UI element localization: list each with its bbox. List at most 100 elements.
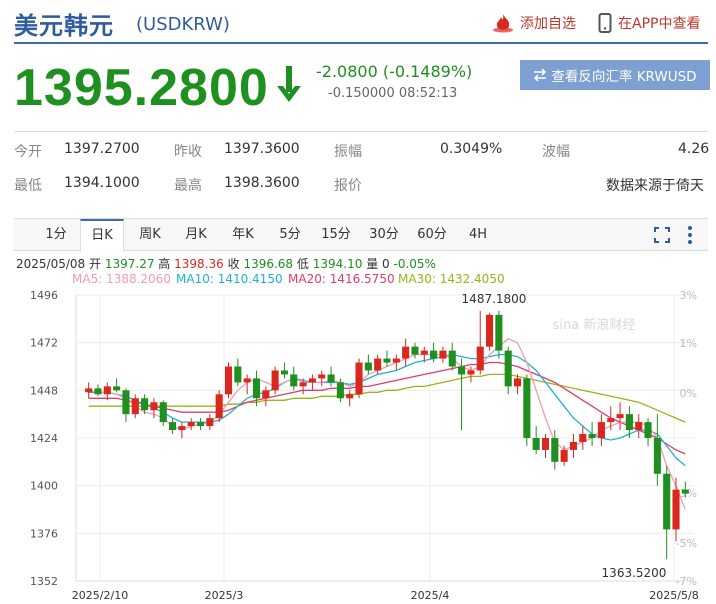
candle-body xyxy=(439,350,447,359)
candle-body xyxy=(131,398,139,415)
candle-body xyxy=(355,362,363,395)
candle-close-label: 收 xyxy=(227,257,240,271)
swap-icon xyxy=(534,68,547,82)
candle-volume-label: 量 xyxy=(366,257,379,271)
add-watchlist-button[interactable]: 添加自选 xyxy=(492,13,576,33)
prev-close-value: 1397.3600 xyxy=(224,141,300,157)
watermark-text: sina 新浪财经 xyxy=(553,317,636,333)
fullscreen-icon[interactable] xyxy=(654,227,670,243)
ma30-legend: MA30: 1432.4050 xyxy=(398,272,505,286)
candle-body xyxy=(206,418,214,427)
candle-body xyxy=(625,414,633,431)
candle-body xyxy=(681,489,689,494)
candle-body xyxy=(169,422,177,431)
candle-body xyxy=(458,366,466,375)
y-tick-label: 1448 xyxy=(30,384,58,397)
more-options-icon[interactable] xyxy=(686,225,694,245)
tab-daily-k[interactable]: 日K xyxy=(80,219,124,252)
candle-body xyxy=(663,473,671,530)
ma20-legend: MA20: 1416.5750 xyxy=(288,272,395,286)
tab-yearly-k[interactable]: 年K xyxy=(221,219,265,251)
candle-body xyxy=(420,350,428,355)
candle-body xyxy=(597,422,605,438)
add-watchlist-label: 添加自选 xyxy=(520,16,576,32)
candle-body xyxy=(541,438,550,450)
candle-body xyxy=(113,386,121,391)
candle-body xyxy=(430,350,438,359)
reverse-rate-button[interactable]: 查看反向汇率 KRWUSD xyxy=(520,60,710,90)
low-value: 1394.1000 xyxy=(64,175,140,191)
candle-body xyxy=(141,398,149,411)
high-value: 1398.3600 xyxy=(224,175,300,191)
phone-icon xyxy=(598,13,612,33)
candle-body xyxy=(318,374,326,379)
candle-body xyxy=(588,434,596,438)
candle-body xyxy=(569,441,578,450)
stats-row: 最低 1394.1000 最高 1398.3600 报价 数据来源于倚天 xyxy=(14,166,708,200)
candle-body xyxy=(336,382,344,399)
candle-body xyxy=(467,370,475,375)
candle-body xyxy=(495,314,503,351)
pct-tick-label: 1% xyxy=(680,337,697,350)
tab-30min[interactable]: 30分 xyxy=(362,219,406,251)
candle-body xyxy=(159,402,167,423)
candle-open-label: 开 xyxy=(89,257,102,271)
candle-body xyxy=(85,388,93,393)
candle-body xyxy=(215,394,223,419)
candle-body xyxy=(327,374,335,383)
page-header: 美元韩元 (USDKRW) 添加自选 在APP中查看 xyxy=(14,0,708,44)
y-tick-label: 1472 xyxy=(30,337,58,350)
tab-60min[interactable]: 60分 xyxy=(410,219,454,251)
current-price: 1395.2800 xyxy=(14,59,269,117)
price-change: -2.0800 (-0.1489%) xyxy=(316,62,473,81)
chart-tabs: 1分 日K 周K 月K 年K 5分 15分 30分 60分 4H xyxy=(14,219,708,252)
quote-label: 报价 xyxy=(334,178,362,194)
open-in-app-button[interactable]: 在APP中查看 xyxy=(598,13,700,33)
candlestick-chart[interactable]: 14961472144814241400137613523%1%0%-3%-5%… xyxy=(14,287,708,604)
tab-4h[interactable]: 4H xyxy=(456,219,500,251)
y-tick-label: 1376 xyxy=(30,527,58,540)
candle-body xyxy=(392,358,400,363)
candle-body xyxy=(224,366,233,395)
candle-body xyxy=(616,414,624,419)
tab-1min[interactable]: 1分 xyxy=(36,219,76,251)
candle-body xyxy=(346,394,354,399)
candle-body xyxy=(383,358,391,363)
candle-body xyxy=(653,438,661,474)
amplitude-value: 0.3049% xyxy=(440,141,503,157)
y-tick-label: 1400 xyxy=(30,480,58,493)
candle-body xyxy=(374,358,382,371)
candle-body xyxy=(187,422,195,427)
high-label: 最高 xyxy=(174,178,202,194)
reverse-rate-label: 查看反向汇率 KRWUSD xyxy=(551,69,697,85)
candle-body xyxy=(532,438,540,450)
open-value: 1397.2700 xyxy=(64,141,140,157)
tab-5min[interactable]: 5分 xyxy=(268,219,312,251)
candle-body xyxy=(411,346,419,355)
ma10-legend: MA10: 1410.4150 xyxy=(176,272,283,286)
candle-body xyxy=(196,422,205,427)
candle-body xyxy=(635,422,643,431)
candle-body xyxy=(271,370,279,391)
candle-body xyxy=(252,378,261,399)
pct-tick-label: 3% xyxy=(680,289,697,302)
ma30-line xyxy=(88,373,686,423)
candle-body xyxy=(234,366,242,383)
candle-open: 1397.27 xyxy=(104,257,155,271)
x-tick-label: 2025/3 xyxy=(205,589,244,602)
ma20-line xyxy=(88,361,686,455)
candle-date: 2025/05/08 xyxy=(16,257,86,271)
candle-body xyxy=(402,346,410,359)
candle-body xyxy=(504,350,512,387)
candle-body xyxy=(364,362,372,371)
candle-body xyxy=(672,489,680,530)
candle-body xyxy=(560,449,568,462)
candle-body xyxy=(579,434,587,442)
candle-body xyxy=(513,378,522,387)
tab-15min[interactable]: 15分 xyxy=(314,219,358,251)
tab-weekly-k[interactable]: 周K xyxy=(128,219,172,251)
tab-monthly-k[interactable]: 月K xyxy=(174,219,218,251)
chart-panel: 1分 日K 周K 月K 年K 5分 15分 30分 60分 4H 2025/05… xyxy=(14,218,708,604)
ma10-line xyxy=(88,353,686,467)
candle-high: 1398.36 xyxy=(174,257,224,271)
